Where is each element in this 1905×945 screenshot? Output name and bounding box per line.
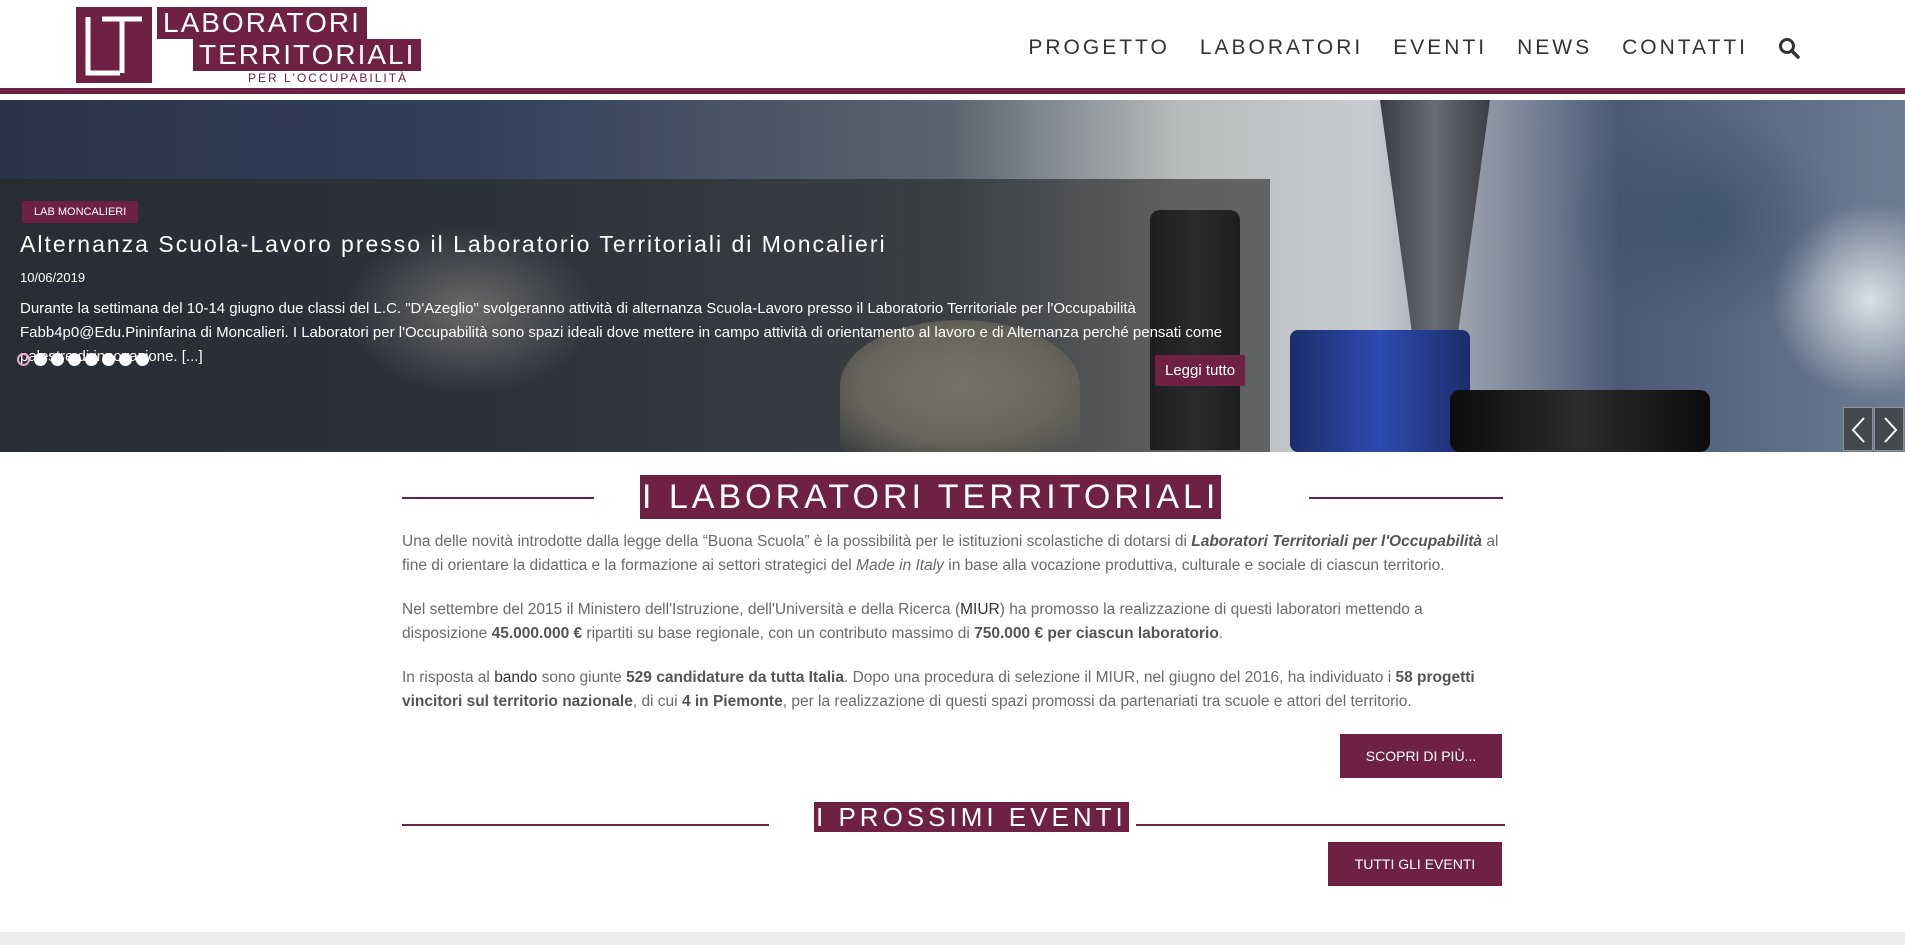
slider-dot[interactable] (68, 353, 81, 366)
labs-section-header: I LABORATORI TERRITORIALI (402, 475, 1503, 519)
divider-line (1136, 824, 1505, 826)
discover-more-button[interactable]: SCOPRI DI PIÙ... (1340, 734, 1502, 778)
text-emphasis: Made in Italy (856, 557, 944, 574)
slider-dot[interactable] (136, 353, 149, 366)
text-span: sono giunte (537, 669, 627, 686)
text-span: in base alla vocazione produttiva, cultu… (943, 557, 1445, 574)
logo-mark (76, 7, 152, 83)
labs-section-title: I LABORATORI TERRITORIALI (640, 475, 1222, 519)
miur-link[interactable]: MIUR (960, 601, 1000, 618)
slider-prev-button[interactable] (1843, 407, 1873, 451)
chevron-right-icon (1884, 417, 1898, 443)
text-bold: 529 candidature da tutta Italia (626, 669, 844, 686)
nav-eventi[interactable]: EVENTI (1393, 36, 1487, 60)
labs-paragraph-1: Una delle novità introdotte dalla legge … (402, 530, 1512, 578)
hero-image-detail (1290, 330, 1470, 452)
logo-line-1: LABORATORI (157, 7, 367, 39)
slider-dot[interactable] (17, 353, 30, 366)
hero-image-detail (1380, 100, 1490, 340)
bando-link[interactable]: bando (494, 669, 537, 686)
slide-title[interactable]: Alternanza Scuola-Lavoro presso il Labor… (20, 231, 887, 258)
nav-contatti[interactable]: CONTATTI (1622, 36, 1748, 60)
slider-dot[interactable] (51, 353, 64, 366)
hero-slider: LAB MONCALIERI Alternanza Scuola-Lavoro … (0, 100, 1905, 452)
text-bold: 45.000.000 € (491, 625, 583, 642)
main-nav: PROGETTO LABORATORI EVENTI NEWS CONTATTI (998, 36, 1800, 60)
all-events-button[interactable]: TUTTI GLI EVENTI (1328, 842, 1502, 886)
labs-paragraph-3: In risposta al bando sono giunte 529 can… (402, 666, 1512, 714)
slide-date: 10/06/2019 (20, 270, 86, 285)
chevron-left-icon (1851, 417, 1865, 443)
nav-news[interactable]: NEWS (1517, 36, 1592, 60)
slide-excerpt: Durante la settimana del 10-14 giugno du… (20, 300, 1223, 365)
text-span: , per la realizzazione di questi spazi p… (782, 693, 1412, 710)
nav-laboratori[interactable]: LABORATORI (1200, 36, 1363, 60)
slider-dot[interactable] (102, 353, 115, 366)
logo-subtitle: PER L'OCCUPABILITÀ (248, 71, 409, 85)
footer-band (0, 932, 1905, 945)
text-bold: 4 in Piemonte (681, 693, 783, 710)
category-badge[interactable]: LAB MONCALIERI (22, 201, 139, 223)
text-span: ripartiti su base regionale, con un cont… (582, 625, 975, 642)
events-section-header: I PROSSIMI EVENTI (402, 802, 1505, 846)
text-span: , di cui (632, 693, 682, 710)
text-span: . Dopo una procedura di selezione il MIU… (844, 669, 1396, 686)
text-span: Nel settembre del 2015 il Ministero dell… (402, 601, 961, 618)
divider-line (402, 497, 594, 499)
divider-line (402, 824, 769, 826)
slider-dot[interactable] (34, 353, 47, 366)
divider-line (1309, 497, 1503, 499)
slider-dot[interactable] (85, 353, 98, 366)
hero-image-detail (1450, 390, 1710, 452)
text-emphasis: Laboratori Territoriali per l'Occupabili… (1191, 533, 1483, 550)
slider-dot[interactable] (119, 353, 132, 366)
text-span: . (1218, 625, 1224, 642)
events-section-title: I PROSSIMI EVENTI (814, 802, 1129, 832)
slider-pagination (17, 353, 153, 366)
slider-next-button[interactable] (1874, 407, 1904, 451)
text-span: In risposta al (402, 669, 495, 686)
nav-progetto[interactable]: PROGETTO (1028, 36, 1169, 60)
slide-caption: LAB MONCALIERI Alternanza Scuola-Lavoro … (0, 179, 1270, 452)
site-header: LABORATORI TERRITORIALI PER L'OCCUPABILI… (0, 0, 1905, 94)
search-icon[interactable] (1778, 37, 1800, 59)
logo-line-2: TERRITORIALI (193, 39, 422, 71)
read-more-button[interactable]: Leggi tutto (1155, 355, 1246, 386)
labs-paragraph-2: Nel settembre del 2015 il Ministero dell… (402, 598, 1512, 646)
site-logo[interactable]: LABORATORI TERRITORIALI PER L'OCCUPABILI… (76, 7, 422, 85)
text-bold: 750.000 € per ciascun laboratorio (974, 625, 1219, 642)
text-span: Una delle novità introdotte dalla legge … (402, 533, 1192, 550)
